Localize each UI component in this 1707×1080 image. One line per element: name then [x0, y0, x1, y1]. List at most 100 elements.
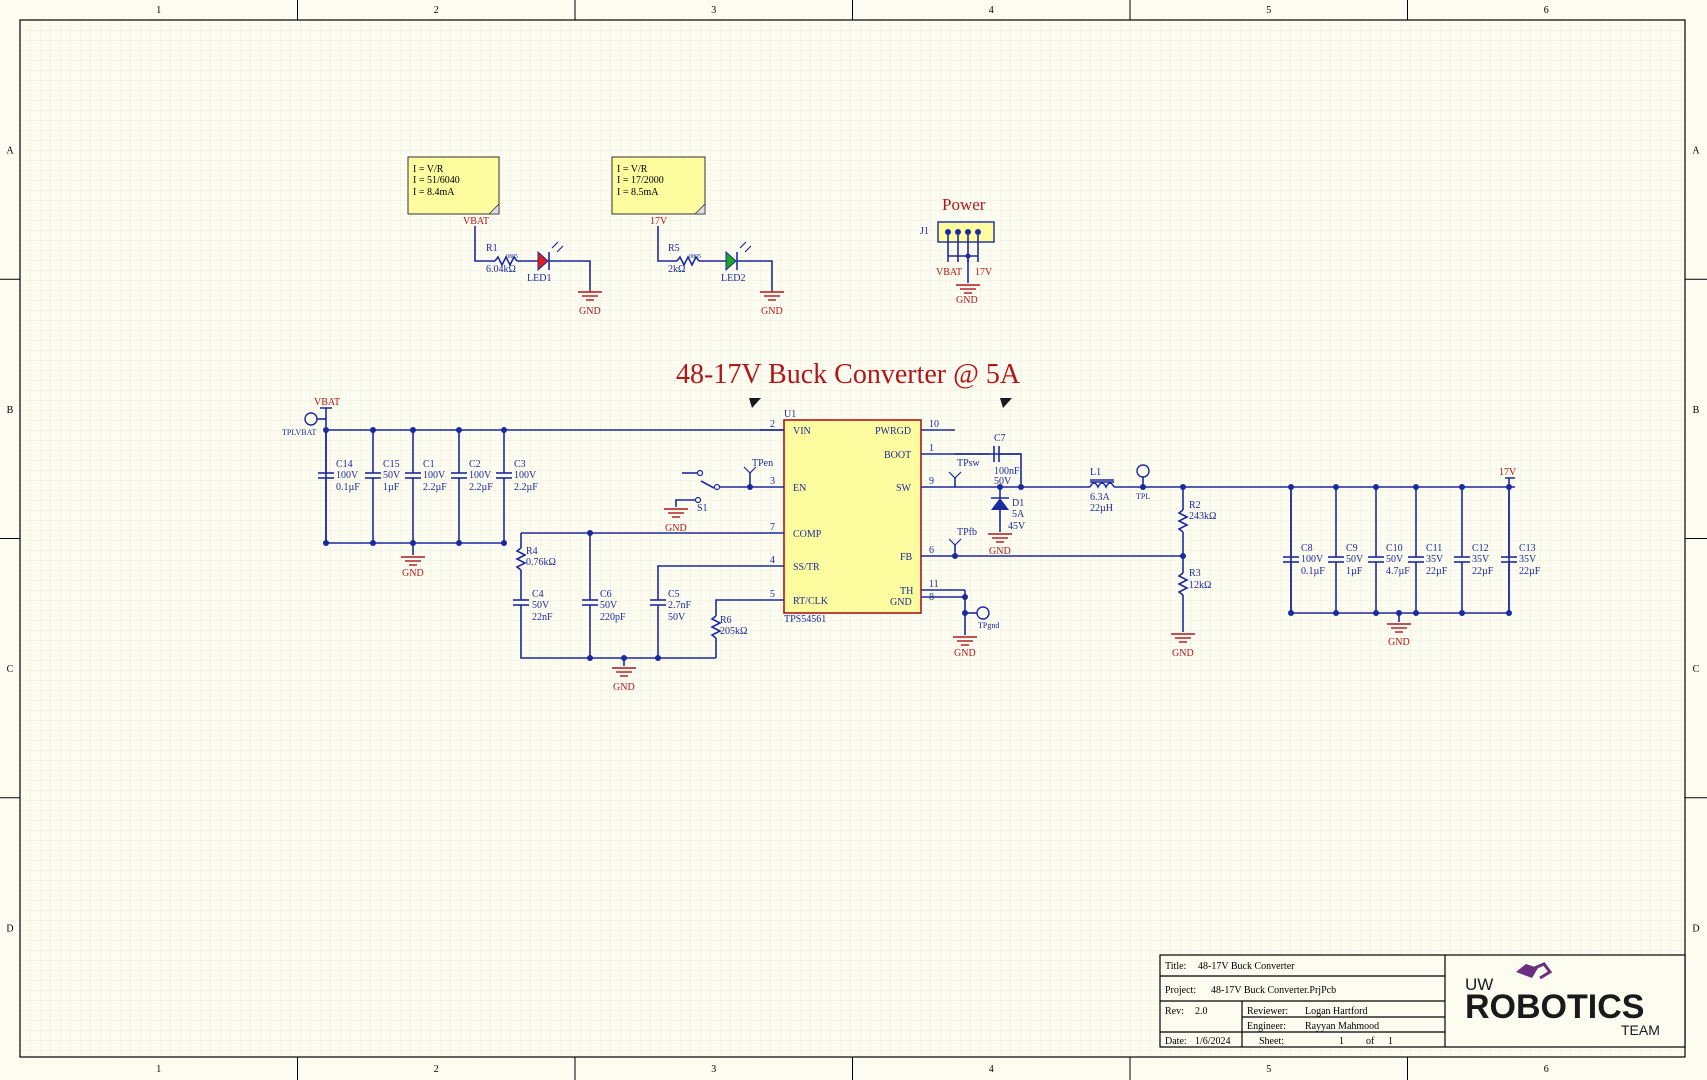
c1-voltage: 100V — [423, 470, 446, 481]
c13-value: 22µF — [1519, 566, 1541, 577]
c14-voltage: 100V — [336, 470, 359, 481]
c6-voltage: 50V — [600, 600, 618, 611]
gnd-label: GND — [579, 306, 601, 317]
gnd-label: GND — [613, 682, 635, 693]
c9-voltage: 50V — [1346, 554, 1364, 565]
r1-value: 6.04kΩ — [486, 264, 516, 275]
power-label: Power — [942, 195, 986, 214]
c2-value: 2.2µF — [469, 482, 493, 493]
c5-voltage: 50V — [668, 612, 686, 623]
net-vbat: VBAT — [463, 216, 489, 227]
pin-vin: VIN — [793, 426, 811, 437]
r2-value: 243kΩ — [1189, 511, 1216, 522]
pin-rtclk: RT/CLK — [793, 596, 829, 607]
border-row-label: B — [1693, 405, 1700, 416]
pin-num: 3 — [770, 476, 775, 487]
tb-project-label: Project: — [1165, 985, 1196, 996]
pin-th: TH — [900, 586, 913, 597]
tb-sheet: 1 — [1339, 1036, 1344, 1047]
border-row-label: D — [1692, 923, 1699, 934]
c4-voltage: 50V — [532, 600, 550, 611]
note-led2-current: I = V/R I = 17/2000 I = 8.5mA — [611, 156, 706, 215]
pin-sw: SW — [896, 483, 912, 494]
gnd-label: GND — [1388, 637, 1410, 648]
r5-ref: R5 — [668, 243, 680, 254]
c10-ref: C10 — [1386, 543, 1403, 554]
c10-voltage: 50V — [1386, 554, 1404, 565]
tb-sheet-total: 1 — [1388, 1036, 1393, 1047]
note-line: I = 51/6040 — [413, 175, 460, 186]
border-row-label: A — [1692, 146, 1700, 157]
title-block: Title: 48-17V Buck Converter Project: 48… — [1159, 954, 1686, 1048]
border-column-label: 6 — [1544, 5, 1549, 16]
border-row-label: B — [7, 405, 14, 416]
tb-rev-label: Rev: — [1165, 1006, 1184, 1017]
c12-ref: C12 — [1472, 543, 1489, 554]
border-row-label: C — [1693, 664, 1700, 675]
pin-num: 6 — [929, 545, 934, 556]
pin-boot: BOOT — [884, 450, 911, 461]
tb-date: 1/6/2024 — [1195, 1036, 1231, 1047]
schematic-canvas[interactable]: 112233445566 A AB BC CD D 48-17V Buck Conver… — [0, 0, 1707, 1080]
c3-ref: C3 — [514, 459, 526, 470]
d1-current: 5A — [1012, 509, 1025, 520]
c8-voltage: 100V — [1301, 554, 1324, 565]
pin-num: 2 — [770, 419, 775, 430]
c12-voltage: 35V — [1472, 554, 1490, 565]
r5-value: 2kΩ — [668, 264, 685, 275]
schematic-title: 48-17V Buck Converter @ 5A — [676, 359, 1021, 390]
border-column-label: 3 — [711, 5, 716, 16]
tp-sw: TPsw — [957, 458, 981, 469]
note-led1-current: I = V/R I = 51/6040 I = 8.4mA — [407, 156, 500, 215]
c1-ref: C1 — [423, 459, 435, 470]
border-column-label: 5 — [1266, 5, 1271, 16]
pin-num: 8 — [929, 592, 934, 603]
c5-ref: C5 — [668, 589, 680, 600]
l1-ref: L1 — [1090, 467, 1101, 478]
pin-num: 9 — [929, 476, 934, 487]
border-column-label: 2 — [434, 5, 439, 16]
pin-num: 5 — [770, 589, 775, 600]
r4-ref: R4 — [526, 546, 538, 557]
pin-en: EN — [793, 483, 806, 494]
c12-value: 22µF — [1472, 566, 1494, 577]
r6-ref: R6 — [720, 615, 732, 626]
gnd-label: GND — [954, 648, 976, 659]
j1-ref: J1 — [920, 226, 929, 237]
c13-voltage: 35V — [1519, 554, 1537, 565]
tb-title-label: Title: — [1165, 961, 1186, 972]
tb-engineer: Rayyan Mahmood — [1305, 1021, 1379, 1032]
c15-value: 1µF — [383, 482, 400, 493]
gnd-label: GND — [956, 295, 978, 306]
tb-sheet-label: Sheet: — [1259, 1036, 1284, 1047]
border-column-label: 1 — [156, 5, 161, 16]
c2-voltage: 100V — [469, 470, 492, 481]
logo-robotics: ROBOTICS — [1465, 988, 1644, 1026]
pin-gnd: GND — [890, 597, 912, 608]
tp-fb: TPfb — [957, 527, 977, 538]
net-17v: 17V — [975, 267, 993, 278]
tp-en: TPen — [752, 458, 773, 469]
note-line: I = 8.4mA — [413, 187, 455, 198]
pin-num: 4 — [770, 555, 775, 566]
c5-value: 2.7nF — [668, 600, 692, 611]
net-17v: 17V — [650, 216, 668, 227]
pin-sstr: SS/TR — [793, 562, 820, 573]
tp-vbat: TPLVBAT — [282, 428, 316, 437]
c9-ref: C9 — [1346, 543, 1358, 554]
r2-ref: R2 — [1189, 500, 1201, 511]
r1-pkg: 0805 — [506, 254, 518, 260]
c10-value: 4.7µF — [1386, 566, 1410, 577]
c11-ref: C11 — [1426, 543, 1442, 554]
c9-value: 1µF — [1346, 566, 1363, 577]
tp-gnd: TPgnd — [978, 621, 999, 630]
tb-project: 48-17V Buck Converter.PrjPcb — [1211, 985, 1336, 996]
r6-value: 205kΩ — [720, 626, 747, 637]
pin-pwrgd: PWRGD — [875, 426, 911, 437]
tb-engineer-label: Engineer: — [1247, 1021, 1286, 1032]
c4-ref: C4 — [532, 589, 544, 600]
tb-date-label: Date: — [1165, 1036, 1187, 1047]
u1-ref: U1 — [784, 409, 796, 420]
u1-part: TPS54561 — [784, 614, 826, 625]
c6-value: 220pF — [600, 612, 626, 623]
